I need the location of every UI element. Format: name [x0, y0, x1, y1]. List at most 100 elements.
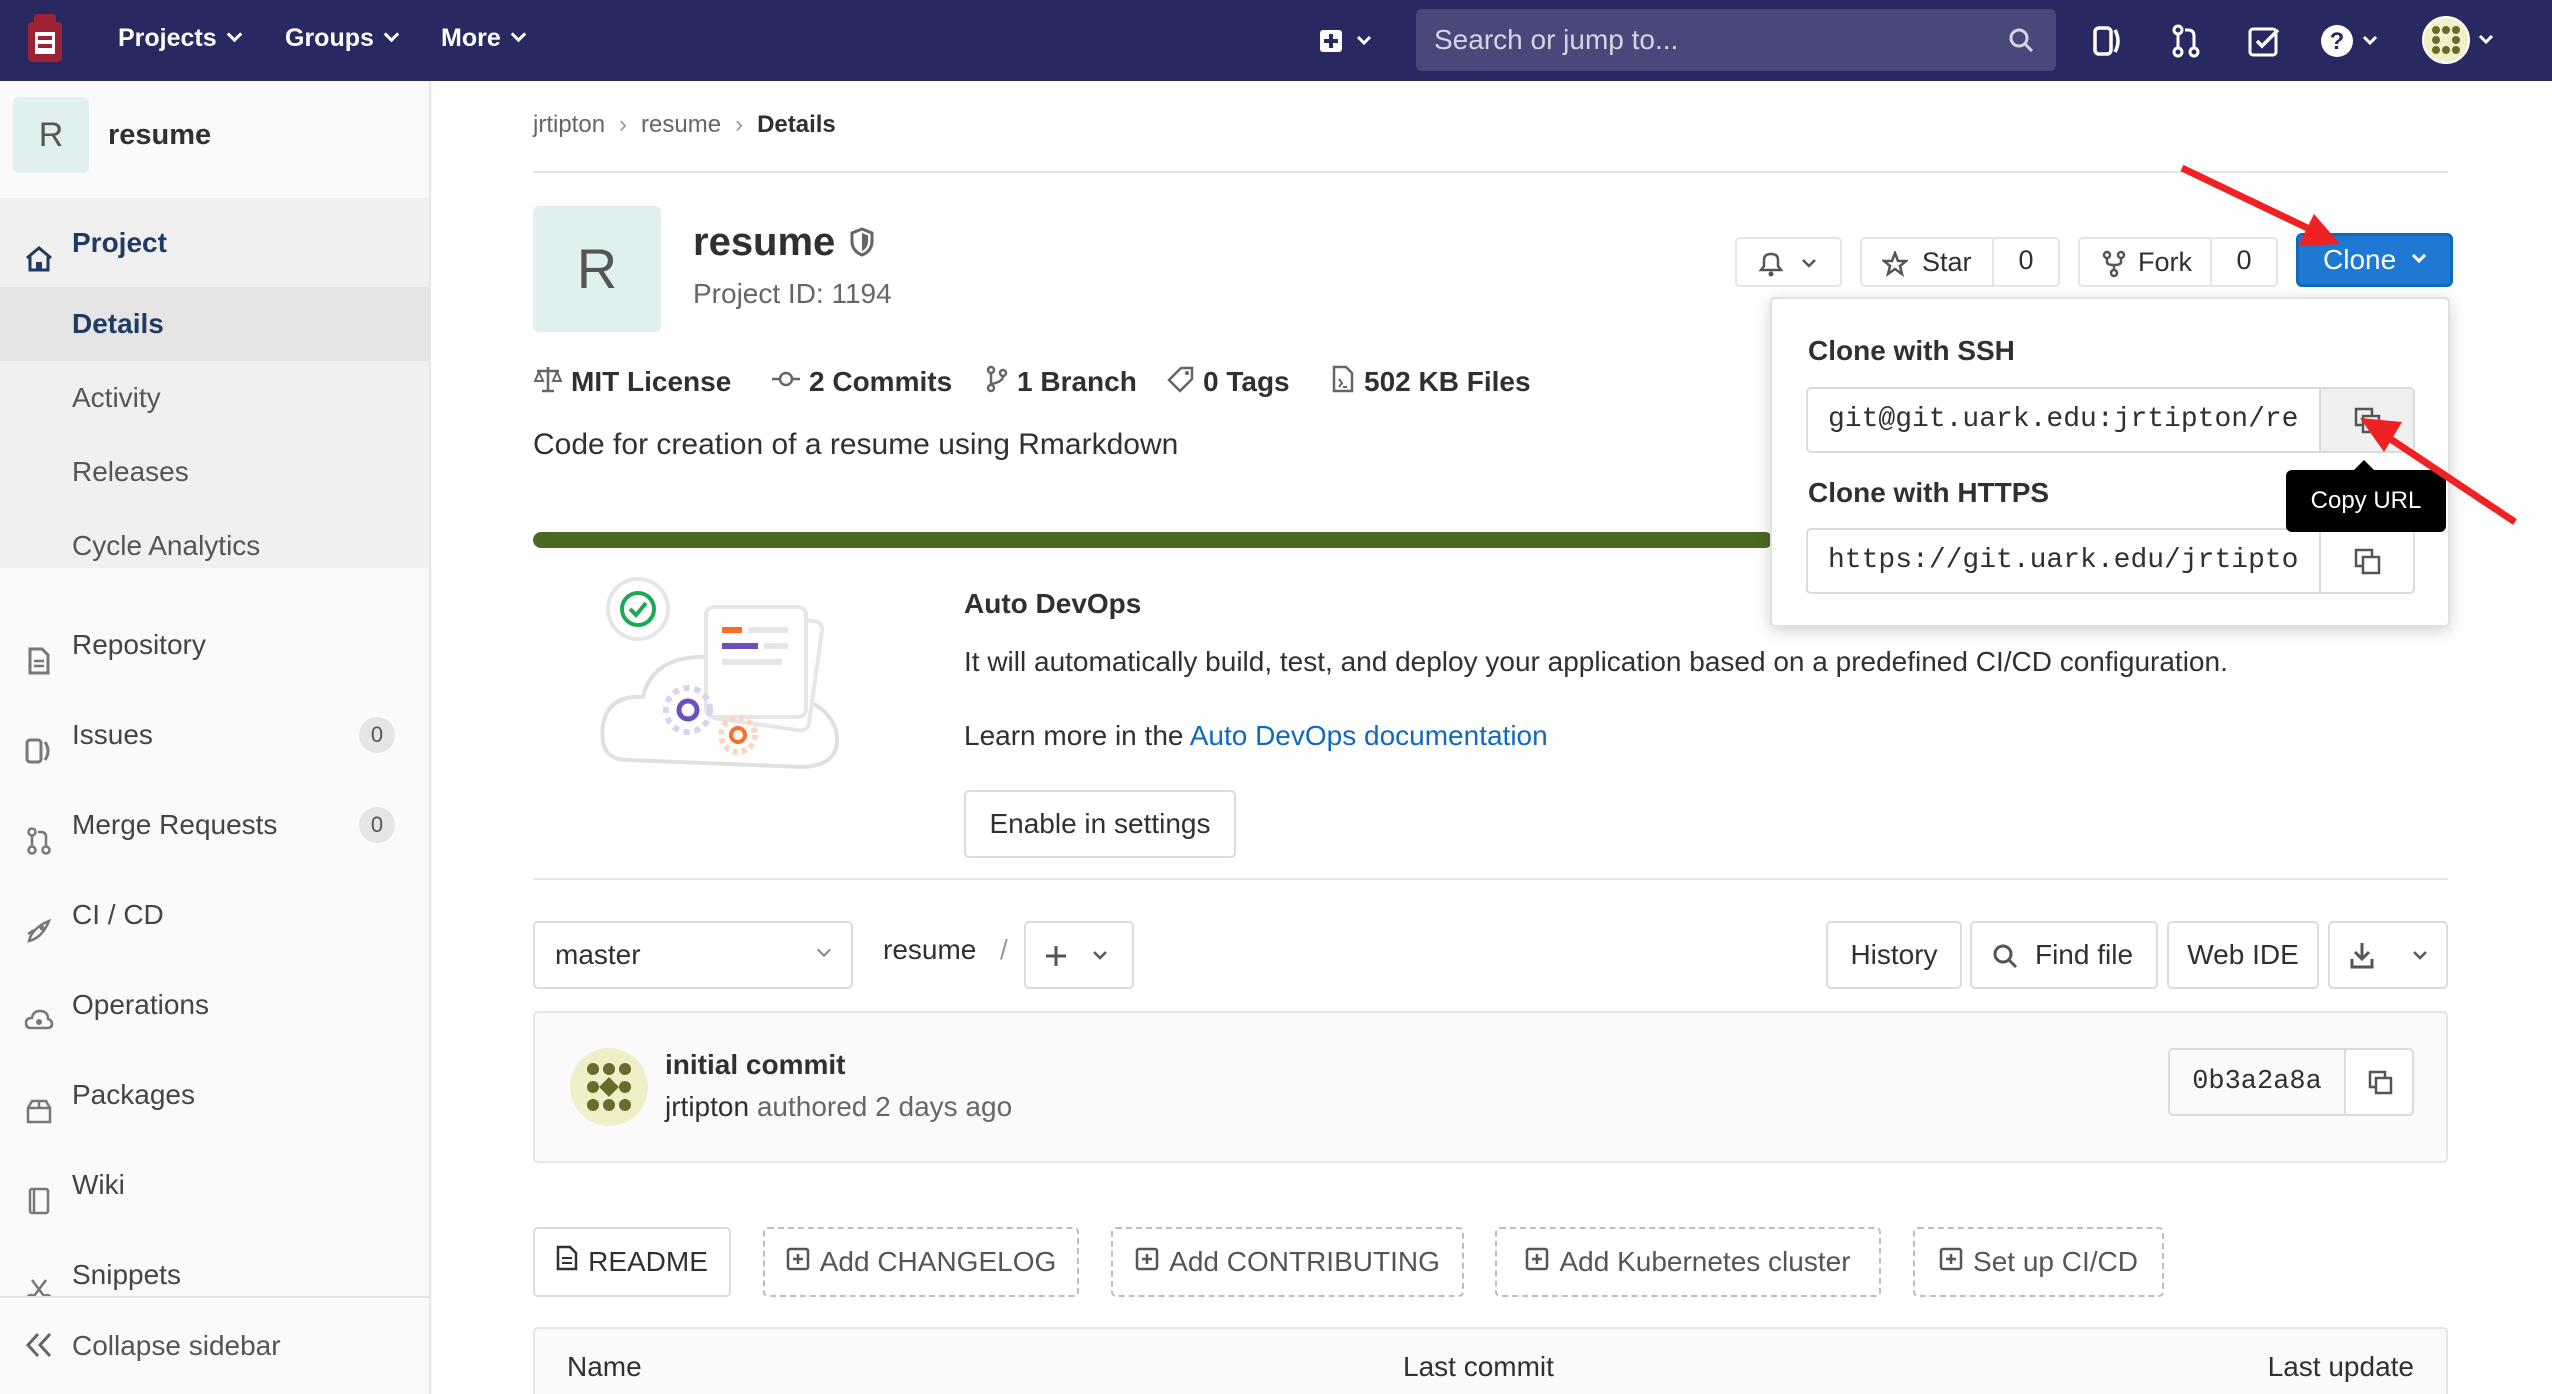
top-navbar: Projects Groups More Search or jump to..… — [0, 0, 2552, 81]
collapse-sidebar-button[interactable]: Collapse sidebar — [0, 1296, 429, 1394]
copy-sha-button[interactable] — [2344, 1048, 2414, 1116]
sidebar: R resume Project Details Activity Releas… — [0, 81, 431, 1394]
help-icon[interactable]: ? — [2320, 22, 2384, 60]
sidebar-project-name: resume — [108, 119, 212, 151]
project-description: Code for creation of a resume using Rmar… — [533, 428, 1179, 461]
branches-link[interactable]: 1 Branch — [985, 362, 1137, 404]
readme-button[interactable]: README — [533, 1227, 731, 1297]
clone-ssh-heading: Clone with SSH — [1808, 335, 2015, 366]
user-avatar-dropdown[interactable] — [2422, 15, 2502, 65]
last-commit-panel: initial commit jrtipton authored 2 days … — [533, 1011, 2448, 1163]
commit-title[interactable]: initial commit — [665, 1049, 845, 1081]
breadcrumb-item[interactable]: jrtipton — [533, 111, 605, 138]
search-icon — [2008, 27, 2034, 58]
avatar[interactable] — [569, 1047, 649, 1127]
sidebar-item-operations[interactable]: Operations — [0, 968, 429, 1042]
chevron-down-icon — [383, 26, 400, 43]
tag-icon — [1167, 364, 1195, 404]
add-contributing-button[interactable]: Add CONTRIBUTING — [1111, 1227, 1464, 1297]
branch-select[interactable]: master — [533, 921, 853, 989]
merge-requests-count-badge: 0 — [359, 807, 395, 843]
project-avatar-large: R — [533, 206, 661, 332]
tags-link[interactable]: 0 Tags — [1167, 362, 1290, 404]
scissors-icon — [24, 1260, 54, 1305]
notifications-dropdown[interactable] — [1735, 237, 1842, 287]
download-icon — [2350, 943, 2427, 969]
sidebar-item-packages[interactable]: Packages — [0, 1058, 429, 1132]
fork-icon — [2102, 250, 2126, 278]
commit-time: authored 2 days ago — [756, 1091, 1013, 1122]
plus-square-icon — [1525, 1229, 1549, 1295]
package-icon — [24, 1080, 54, 1124]
add-changelog-button[interactable]: Add CHANGELOG — [763, 1227, 1079, 1297]
sidebar-item-project[interactable]: Project — [0, 206, 429, 280]
find-file-button[interactable]: Find file — [1970, 921, 2158, 989]
new-item-dropdown[interactable] — [1318, 22, 1382, 60]
commits-link[interactable]: 2 Commits — [771, 362, 952, 404]
collapse-sidebar-label: Collapse sidebar — [72, 1330, 281, 1361]
history-button[interactable]: History — [1826, 921, 1962, 989]
star-label: Star — [1922, 247, 1972, 277]
sidebar-subitem-cycle-analytics[interactable]: Cycle Analytics — [72, 509, 429, 583]
web-ide-button[interactable]: Web IDE — [2167, 921, 2319, 989]
nav-projects[interactable]: Projects — [118, 0, 242, 81]
search-placeholder: Search or jump to... — [1434, 24, 1679, 55]
sidebar-item-wiki[interactable]: Wiki — [0, 1148, 429, 1222]
svg-text:?: ? — [2330, 28, 2345, 55]
sidebar-subitem-releases[interactable]: Releases — [72, 435, 429, 509]
sidebar-item-merge-requests[interactable]: Merge Requests 0 — [0, 788, 429, 862]
breadcrumb-current[interactable]: Details — [757, 111, 836, 138]
add-kubernetes-label: Add Kubernetes cluster — [1559, 1246, 1851, 1277]
sidebar-item-label: Merge Requests — [72, 809, 278, 840]
add-to-tree-dropdown[interactable] — [1024, 921, 1134, 989]
star-button[interactable]: Star 0 — [1860, 237, 2060, 287]
auto-devops-text: It will automatically build, test, and d… — [964, 646, 2228, 677]
arrow-head-icon — [2360, 418, 2402, 452]
license-link[interactable]: MIT License — [533, 362, 731, 404]
column-header-last-update: Last update — [2267, 1351, 2414, 1382]
plus-icon — [1046, 946, 1107, 966]
files-text: 502 KB Files — [1364, 366, 1531, 397]
divider — [533, 171, 2448, 173]
issues-count-badge: 0 — [359, 717, 395, 753]
nav-more[interactable]: More — [441, 0, 527, 81]
clone-https-heading: Clone with HTTPS — [1808, 477, 2050, 508]
merge-request-icon[interactable] — [2167, 22, 2205, 60]
sidebar-item-issues[interactable]: Issues 0 — [0, 698, 429, 772]
download-dropdown[interactable] — [2328, 921, 2448, 989]
enable-in-settings-button[interactable]: Enable in settings — [964, 790, 1236, 858]
merge-request-icon — [24, 810, 54, 855]
nav-projects-label: Projects — [118, 24, 217, 52]
copy-icon — [2368, 1070, 2393, 1095]
commits-text: 2 Commits — [809, 366, 953, 397]
todo-icon[interactable] — [2245, 22, 2283, 60]
sidebar-item-cicd[interactable]: CI / CD — [0, 878, 429, 952]
issues-icon[interactable] — [2089, 22, 2127, 60]
sidebar-subitem-activity[interactable]: Activity — [72, 361, 429, 435]
nav-groups[interactable]: Groups — [285, 0, 400, 81]
cloud-gear-icon — [24, 990, 54, 1030]
commit-author[interactable]: jrtipton — [665, 1091, 749, 1122]
breadcrumb-separator-icon: › — [735, 111, 744, 138]
license-text: MIT License — [571, 366, 732, 397]
star-count[interactable]: 0 — [1992, 237, 2058, 287]
annotation-arrows — [2180, 164, 2517, 525]
files-link[interactable]: 502 KB Files — [1330, 362, 1531, 404]
sidebar-item-label: Repository — [72, 629, 206, 660]
gitlab-logo[interactable] — [24, 14, 66, 64]
search-input[interactable]: Search or jump to... — [1416, 9, 2056, 71]
path-root-link[interactable]: resume — [883, 934, 976, 966]
auto-devops-docs-link[interactable]: Auto DevOps documentation — [1190, 720, 1548, 751]
breadcrumb-item[interactable]: resume — [641, 111, 721, 138]
set-up-cicd-button[interactable]: Set up CI/CD — [1913, 1227, 2164, 1297]
column-header-last-commit: Last commit — [1403, 1351, 1554, 1382]
commit-sha[interactable]: 0b3a2a8a — [2168, 1048, 2346, 1116]
sidebar-item-repository[interactable]: Repository — [0, 608, 429, 682]
add-kubernetes-cluster-button[interactable]: Add Kubernetes cluster — [1495, 1227, 1881, 1297]
auto-devops-banner-bar — [533, 532, 1773, 548]
copy-icon — [2354, 548, 2381, 575]
rocket-icon — [24, 900, 54, 943]
sidebar-project-header[interactable]: R resume — [13, 97, 413, 177]
sidebar-subitem-details[interactable]: Details — [0, 287, 429, 361]
tags-text: 0 Tags — [1203, 366, 1290, 397]
